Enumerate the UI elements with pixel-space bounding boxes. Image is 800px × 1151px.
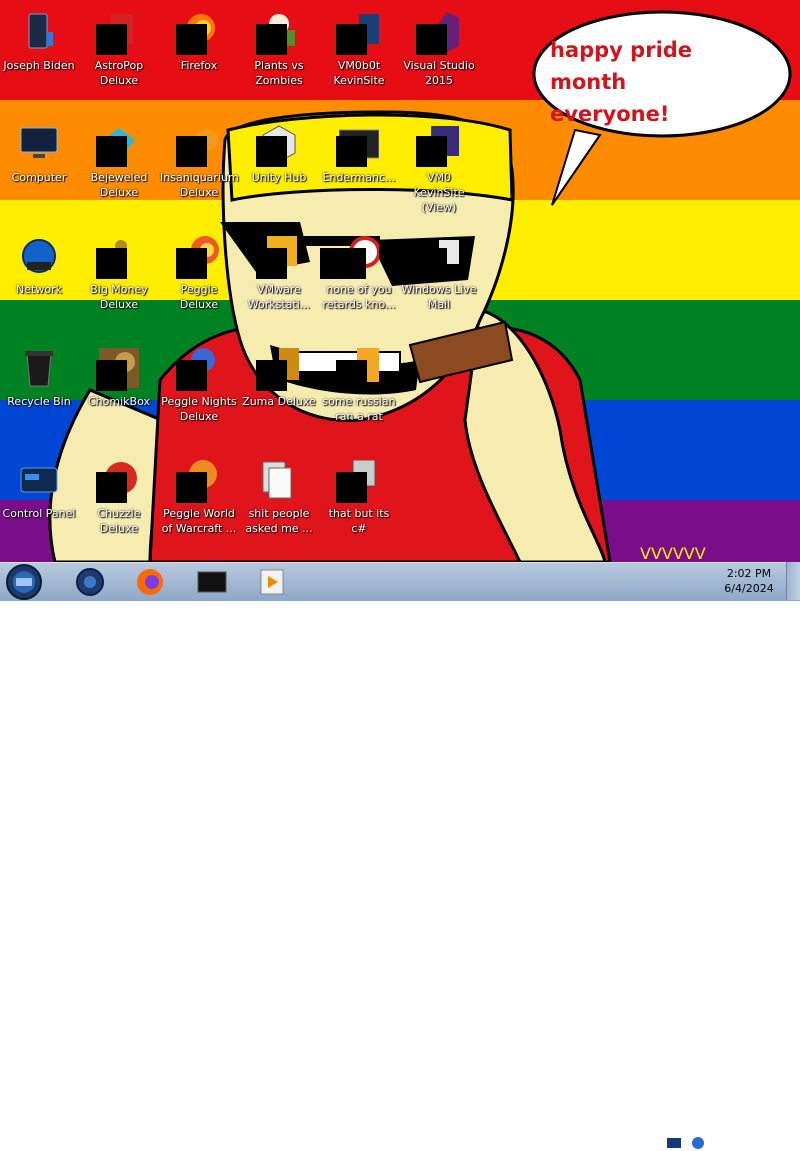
desktop-icon-label: Plants vs Zombies (254, 59, 304, 87)
desktop-icon-label: none of you retards kno... (322, 283, 396, 311)
desktop-icon-label: Recycle Bin (7, 395, 71, 408)
desktop-icon-label: VM0 KevinSite (View) (413, 171, 465, 214)
censor-block (256, 136, 287, 167)
desktop-icon-vmware-workstation[interactable]: VMware Workstati... (240, 230, 318, 330)
desktop-icon-peggle-world-of-warcraft[interactable]: Peggle World of Warcraft ... (160, 454, 238, 554)
desktop-icon-none-of-you-retards-kno[interactable]: none of you retards kno... (320, 230, 398, 330)
desktop-icon-vm0-kevinsite-view[interactable]: VM0 KevinSite (View) (400, 118, 478, 218)
desktop-icon-label: Peggle Deluxe (179, 283, 219, 311)
censor-block (256, 24, 287, 55)
censor-block (336, 24, 367, 55)
desktop-icon-joseph-biden[interactable]: Joseph Biden (0, 6, 78, 106)
desktop-icon-label: AstroPop Deluxe (94, 59, 144, 87)
desktop-icon-label: some russian ran a rat (322, 395, 396, 423)
censor-block (176, 24, 207, 55)
censor-block (176, 472, 207, 503)
desktop-icon-some-russian-ran-a-rat[interactable]: some russian ran a rat (320, 342, 398, 442)
desktop-icon-label: Peggle World of Warcraft ... (161, 507, 237, 535)
censor-block (336, 472, 367, 503)
desktop-icon-astropop-deluxe[interactable]: AstroPop Deluxe (80, 6, 158, 106)
desktop-icon-label: Unity Hub (251, 171, 307, 184)
censor-block (176, 248, 207, 279)
desktop-icon-label: Windows Live Mail (401, 283, 477, 311)
censor-block (416, 24, 447, 55)
desktop-icon-that-but-its-csharp[interactable]: that but its c# (320, 454, 398, 554)
censor-block (256, 360, 287, 391)
desktop-icon-label: Network (16, 283, 62, 296)
censor-block (320, 248, 366, 279)
desktop-icon-label: Visual Studio 2015 (403, 59, 475, 87)
censor-block (176, 136, 207, 167)
censor-block (96, 24, 127, 55)
desktop-icon-vm0b0t-kevinsite[interactable]: VM0b0t KevinSite (320, 6, 398, 106)
desktop-icon-label: Zuma Deluxe (242, 395, 316, 408)
desktop-icon-windows-live-mail[interactable]: Windows Live Mail (400, 230, 478, 330)
desktop-icon-label: Peggle Nights Deluxe (161, 395, 237, 423)
censor-block (96, 472, 127, 503)
desktop-icon-label: Insaniquarium Deluxe (160, 171, 239, 199)
desktop-icon-network[interactable]: Network (0, 230, 78, 330)
desktop-icon-chuzzle-deluxe[interactable]: Chuzzle Deluxe (80, 454, 158, 554)
desktop-icon-label: Firefox (180, 59, 218, 72)
control-panel-icon (20, 467, 58, 493)
action-center-flag-icon[interactable] (666, 1135, 682, 1151)
recycle-bin-icon (25, 351, 53, 387)
desktop-icon-bejeweled-deluxe[interactable]: Bejeweled Deluxe (80, 118, 158, 218)
desktop[interactable]: VVVVVV happy pride month everyone! Josep… (0, 0, 800, 562)
censor-block (336, 136, 367, 167)
desktop-icon-label: Control Panel (2, 507, 76, 520)
clock-time: 2:02 PM (726, 567, 772, 580)
desktop-icon-chomikbox[interactable]: ChomikBox (80, 342, 158, 442)
desktop-icon-firefox[interactable]: Firefox (160, 6, 238, 106)
censor-block (416, 248, 447, 279)
network-tray-icon[interactable] (690, 1135, 706, 1151)
censor-block (96, 136, 127, 167)
desktop-icon-peggle-nights-deluxe[interactable]: Peggle Nights Deluxe (160, 342, 238, 442)
censor-block (336, 360, 367, 391)
desktop-icon-endermanch[interactable]: Endermanc... (320, 118, 398, 218)
desktop-icon-computer[interactable]: Computer (0, 118, 78, 218)
desktop-icon-label: that but its c# (328, 507, 390, 535)
desktop-icon-plants-vs-zombies[interactable]: Plants vs Zombies (240, 6, 318, 106)
desktop-icon-unity-hub[interactable]: Unity Hub (240, 118, 318, 218)
taskbar-clock[interactable]: 2:02 PM 6/4/2024 (716, 566, 782, 596)
clock-date: 6/4/2024 (724, 582, 774, 595)
censor-block (416, 136, 447, 167)
desktop-icon-label: Chuzzle Deluxe (97, 507, 141, 535)
desktop-icon-label: ChomikBox (88, 395, 150, 408)
taskbar-pinned-blue-orb-app[interactable] (68, 566, 112, 598)
desktop-icon-shit-people-asked-me[interactable]: shit people asked me ... (240, 454, 318, 554)
taskbar-firefox-icon[interactable] (128, 566, 172, 598)
desktop-icon-label: Big Money Deluxe (90, 283, 148, 311)
desktop-icon-label: VM0b0t KevinSite (333, 59, 385, 87)
desktop-icon-label: Bejeweled Deluxe (90, 171, 148, 199)
file-stack-icon (262, 461, 292, 499)
censor-block (96, 360, 127, 391)
desktop-icon-grid: Joseph Biden Computer Network Recycle Bi… (0, 0, 800, 562)
censor-block (96, 248, 127, 279)
monitor-icon (20, 127, 58, 158)
taskbar (0, 562, 800, 1149)
desktop-icon-label: Endermanc... (322, 171, 396, 184)
start-button[interactable] (4, 564, 44, 600)
desktop-icon-big-money-deluxe[interactable]: Big Money Deluxe (80, 230, 158, 330)
desktop-icon-visual-studio-2015[interactable]: Visual Studio 2015 (400, 6, 478, 106)
desktop-icon-zuma-deluxe[interactable]: Zuma Deluxe (240, 342, 318, 442)
desktop-icon-control-panel[interactable]: Control Panel (0, 454, 78, 554)
desktop-icon-label: VMware Workstati... (247, 283, 311, 311)
taskbar-pinned-black-box-app[interactable] (190, 566, 234, 598)
taskbar-media-player-icon[interactable] (250, 566, 294, 598)
show-desktop-button[interactable] (786, 562, 800, 600)
desktop-icon-recycle-bin[interactable]: Recycle Bin (0, 342, 78, 442)
desktop-icon-label: shit people asked me ... (245, 507, 313, 535)
desktop-icon-peggle-deluxe[interactable]: Peggle Deluxe (160, 230, 238, 330)
computer-tower-icon (28, 13, 53, 49)
desktop-icon-label: Computer (11, 171, 67, 184)
censor-block (176, 360, 207, 391)
network-globe-icon (22, 239, 56, 273)
desktop-icon-label: Joseph Biden (3, 59, 75, 72)
censor-block (256, 248, 287, 279)
desktop-icon-insaniquarium-deluxe[interactable]: Insaniquarium Deluxe (160, 118, 239, 218)
